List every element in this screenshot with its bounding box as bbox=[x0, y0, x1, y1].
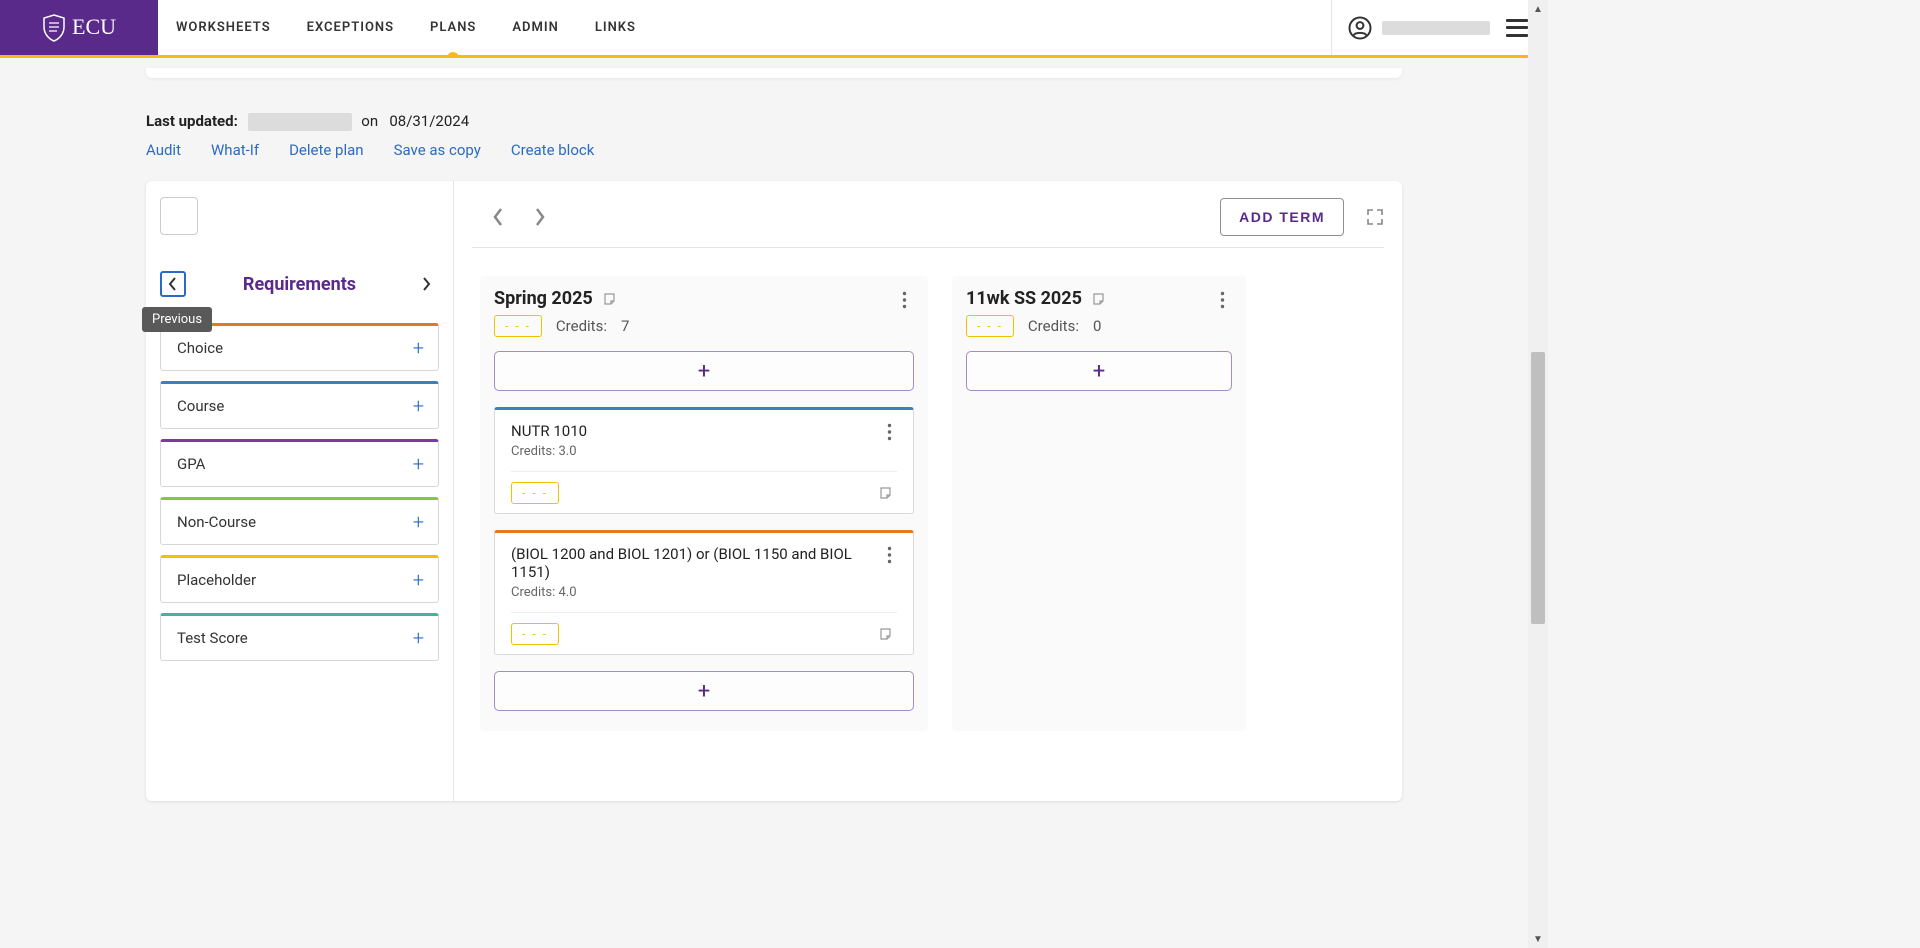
course-menu-button[interactable] bbox=[879, 543, 899, 567]
planner-panel: Requirements Previous Choice+Course+GPA+… bbox=[146, 181, 1402, 801]
action-audit[interactable]: Audit bbox=[146, 141, 181, 159]
course-card[interactable]: (BIOL 1200 and BIOL 1201) or (BIOL 1150 … bbox=[494, 530, 914, 655]
requirements-sidebar: Requirements Previous Choice+Course+GPA+… bbox=[146, 181, 454, 801]
nav-plans[interactable]: PLANS bbox=[412, 0, 494, 55]
add-course-slot[interactable]: + bbox=[494, 671, 914, 711]
note-icon[interactable] bbox=[603, 292, 617, 306]
brand-name: ECU bbox=[72, 14, 116, 40]
add-course-slot[interactable]: + bbox=[966, 351, 1232, 391]
requirement-type-item[interactable]: Placeholder + bbox=[160, 555, 439, 603]
note-icon[interactable] bbox=[879, 627, 893, 641]
plan-actions: Audit What-If Delete plan Save as copy C… bbox=[146, 141, 1402, 159]
scroll-down-arrow[interactable]: ▼ bbox=[1528, 930, 1548, 948]
note-icon[interactable] bbox=[879, 486, 893, 500]
requirement-type-item[interactable]: Non-Course + bbox=[160, 497, 439, 545]
scroll-up-arrow[interactable]: ▲ bbox=[1528, 0, 1548, 18]
add-requirement-icon[interactable]: + bbox=[413, 628, 424, 648]
term-title: Spring 2025 bbox=[494, 288, 593, 309]
nav-admin[interactable]: ADMIN bbox=[494, 0, 576, 55]
page-scrollbar[interactable]: ▲ ▼ bbox=[1528, 0, 1548, 948]
action-save-as-copy[interactable]: Save as copy bbox=[394, 141, 481, 159]
term-credits-value: 0 bbox=[1093, 317, 1101, 335]
term-credits-label: Credits: bbox=[1028, 317, 1079, 335]
scroll-track[interactable] bbox=[1528, 18, 1548, 930]
terms-row: Spring 2025 - - - Credits: 7 + NUTR 1010 Credi… bbox=[472, 276, 1384, 731]
last-updated-label: Last updated: bbox=[146, 112, 238, 130]
scroll-thumb[interactable] bbox=[1531, 352, 1545, 624]
last-updated-date: 08/31/2024 bbox=[389, 112, 469, 130]
course-credits: Credits: 4.0 bbox=[511, 585, 897, 600]
course-status-pill[interactable]: - - - bbox=[511, 482, 559, 504]
action-delete-plan[interactable]: Delete plan bbox=[289, 141, 364, 159]
last-updated: Last updated: on 08/31/2024 bbox=[146, 112, 1402, 131]
nav-items: WORKSHEETS EXCEPTIONS PLANS ADMIN LINKS bbox=[158, 0, 654, 55]
course-title: (BIOL 1200 and BIOL 1201) or (BIOL 1150 … bbox=[511, 545, 897, 581]
term-credits-value: 7 bbox=[621, 317, 629, 335]
add-course-slot[interactable]: + bbox=[494, 351, 914, 391]
last-updated-on: on bbox=[361, 112, 378, 130]
term-menu-button[interactable] bbox=[894, 288, 914, 312]
hamburger-icon[interactable] bbox=[1506, 19, 1528, 37]
user-icon bbox=[1348, 16, 1372, 40]
terms-prev-button[interactable] bbox=[484, 199, 512, 235]
terms-area: ADD TERM Spring 2025 - - - Credits: 7 + NUTR … bbox=[454, 181, 1402, 801]
nav-worksheets[interactable]: WORKSHEETS bbox=[158, 0, 289, 55]
term-title: 11wk SS 2025 bbox=[966, 288, 1082, 309]
add-requirement-icon[interactable]: + bbox=[413, 454, 424, 474]
user-name-placeholder bbox=[1382, 21, 1490, 35]
course-credits: Credits: 3.0 bbox=[511, 444, 897, 459]
prev-tooltip: Previous bbox=[142, 307, 212, 332]
shield-icon bbox=[42, 14, 66, 42]
nav-exceptions[interactable]: EXCEPTIONS bbox=[289, 0, 412, 55]
add-requirement-icon[interactable]: + bbox=[413, 570, 424, 590]
requirement-type-item[interactable]: Test Score + bbox=[160, 613, 439, 661]
expand-icon[interactable] bbox=[1366, 208, 1384, 226]
add-term-button[interactable]: ADD TERM bbox=[1220, 198, 1344, 236]
requirement-type-label: GPA bbox=[177, 455, 205, 473]
sidebar-toggle[interactable] bbox=[160, 197, 198, 235]
requirement-type-item[interactable]: GPA + bbox=[160, 439, 439, 487]
brand-logo[interactable]: ECU bbox=[0, 0, 158, 55]
nav-links[interactable]: LINKS bbox=[577, 0, 654, 55]
term-column: Spring 2025 - - - Credits: 7 + NUTR 1010 Credi… bbox=[480, 276, 928, 731]
add-requirement-icon[interactable]: + bbox=[413, 512, 424, 532]
terms-next-button[interactable] bbox=[526, 199, 554, 235]
term-status-pill[interactable]: - - - bbox=[966, 315, 1014, 337]
course-menu-button[interactable] bbox=[879, 420, 899, 444]
requirement-types: Choice+Course+GPA+Non-Course+Placeholder… bbox=[160, 323, 439, 661]
add-requirement-icon[interactable]: + bbox=[413, 338, 424, 358]
updater-placeholder bbox=[248, 113, 352, 131]
action-create-block[interactable]: Create block bbox=[511, 141, 594, 159]
course-status-pill[interactable]: - - - bbox=[511, 623, 559, 645]
requirements-next-button[interactable] bbox=[413, 271, 439, 297]
note-icon[interactable] bbox=[1092, 292, 1106, 306]
course-card[interactable]: NUTR 1010 Credits: 3.0 - - - bbox=[494, 407, 914, 514]
top-nav: ECU WORKSHEETS EXCEPTIONS PLANS ADMIN LI… bbox=[0, 0, 1548, 58]
user-menu[interactable] bbox=[1331, 0, 1490, 55]
requirement-type-label: Choice bbox=[177, 339, 223, 357]
requirements-prev-button[interactable] bbox=[160, 271, 186, 297]
requirement-type-item[interactable]: Course + bbox=[160, 381, 439, 429]
requirement-type-label: Test Score bbox=[177, 629, 248, 647]
term-status-pill[interactable]: - - - bbox=[494, 315, 542, 337]
term-credits-label: Credits: bbox=[556, 317, 607, 335]
requirements-title: Requirements bbox=[186, 274, 413, 295]
requirement-type-label: Placeholder bbox=[177, 571, 256, 589]
action-what-if[interactable]: What-If bbox=[211, 141, 259, 159]
requirement-type-label: Course bbox=[177, 397, 224, 415]
course-title: NUTR 1010 bbox=[511, 422, 897, 440]
collapsed-card bbox=[146, 68, 1402, 78]
requirement-type-label: Non-Course bbox=[177, 513, 256, 531]
term-menu-button[interactable] bbox=[1212, 288, 1232, 312]
add-requirement-icon[interactable]: + bbox=[413, 396, 424, 416]
term-column: 11wk SS 2025 - - - Credits: 0 + bbox=[952, 276, 1246, 731]
